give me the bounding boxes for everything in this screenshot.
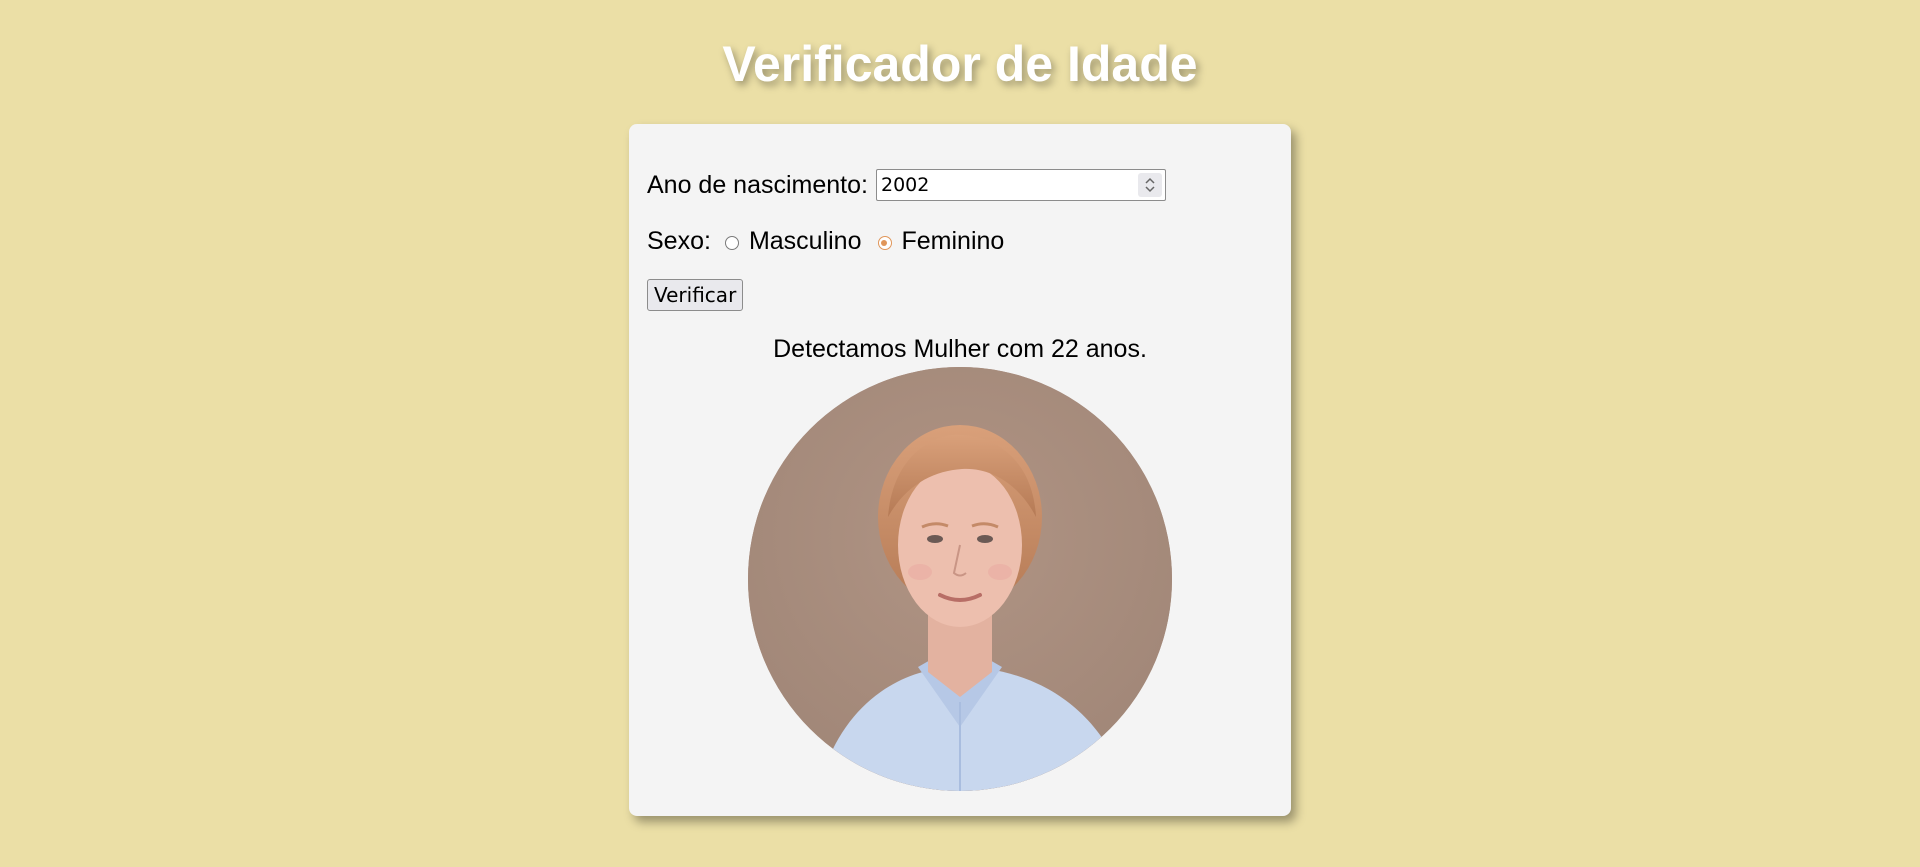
form-card: Ano de nascimento: 2002 Sexo: Masculino …	[629, 124, 1291, 816]
radio-feminino[interactable]	[877, 236, 892, 250]
sex-row: Sexo: Masculino Feminino	[647, 224, 1006, 258]
sex-label: Sexo:	[647, 226, 711, 255]
birth-year-value: 2002	[880, 174, 930, 196]
verify-button[interactable]: Verificar	[647, 279, 744, 311]
radio-masculino[interactable]	[724, 236, 739, 250]
radio-masculino-label[interactable]: Masculino	[749, 227, 862, 256]
birth-year-input[interactable]: 2002	[875, 169, 1166, 201]
birth-year-row: Ano de nascimento: 2002	[647, 168, 1166, 202]
result-text: Detectamos Mulher com 22 anos.	[773, 335, 1147, 363]
page-title: Verificador de Idade	[722, 36, 1198, 92]
spinner-arrows-icon[interactable]	[1137, 173, 1162, 197]
birth-year-label: Ano de nascimento:	[647, 170, 868, 199]
radio-feminino-label[interactable]: Feminino	[902, 227, 1005, 256]
result-photo	[748, 367, 1172, 791]
